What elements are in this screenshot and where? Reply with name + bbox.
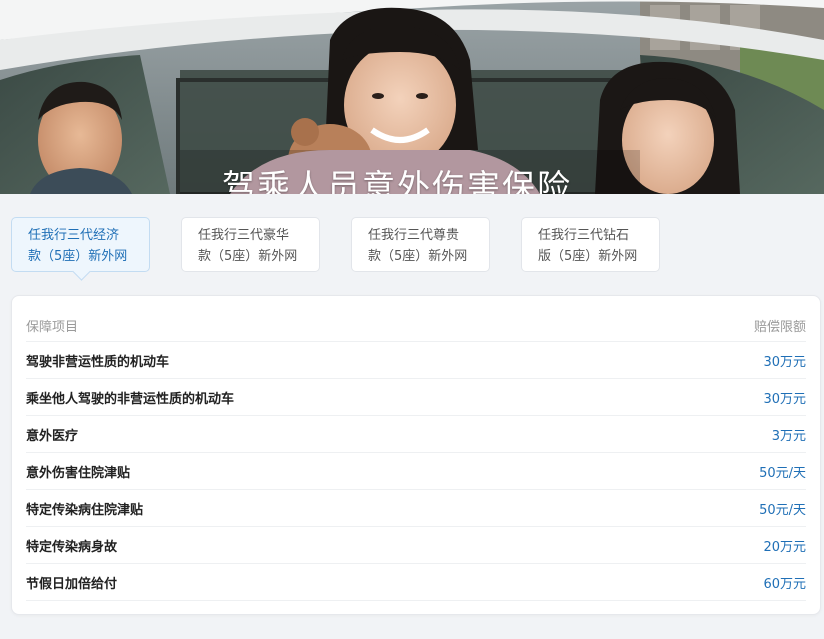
table-row: 驾驶非营运性质的机动车 30万元	[26, 342, 806, 379]
coverage-amount: 30万元	[763, 391, 806, 407]
tab-label-line2: 款（5座）新外网	[368, 249, 468, 264]
coverage-amount: 50元/天	[759, 465, 806, 481]
table-row: 特定传染病身故 20万元	[26, 527, 806, 564]
table-row: 特定传染病住院津贴 50元/天	[26, 490, 806, 527]
coverage-item: 意外伤害住院津贴	[26, 465, 131, 481]
coverage-amount: 60万元	[763, 576, 806, 592]
tab-diamond-plan[interactable]: 任我行三代钻石 版（5座）新外网	[521, 217, 660, 272]
coverage-amount: 30万元	[763, 354, 806, 370]
coverage-table-header: 保障项目 赔偿限额	[26, 310, 806, 342]
coverage-amount: 50元/天	[759, 502, 806, 518]
hero-banner: 驾乘人员意外伤害保险	[0, 0, 824, 194]
header-coverage-item: 保障项目	[26, 320, 79, 335]
coverage-item: 节假日加倍给付	[26, 576, 118, 592]
tab-luxury-plan[interactable]: 任我行三代豪华 款（5座）新外网	[181, 217, 320, 272]
tab-label-line1: 任我行三代尊贵	[368, 228, 460, 243]
coverage-item: 意外医疗	[26, 428, 79, 444]
coverage-item: 特定传染病身故	[26, 539, 118, 555]
banner-title: 驾乘人员意外伤害保险	[222, 167, 572, 194]
tab-label-line2: 款（5座）新外网	[198, 249, 298, 264]
table-row: 乘坐他人驾驶的非营运性质的机动车 30万元	[26, 379, 806, 416]
coverage-amount: 20万元	[763, 539, 806, 555]
coverage-amount: 3万元	[771, 428, 806, 444]
coverage-item: 驾驶非营运性质的机动车	[26, 354, 170, 370]
tab-label-line2: 版（5座）新外网	[538, 249, 638, 264]
tab-label-line2: 款（5座）新外网	[28, 249, 128, 264]
tab-economy-plan[interactable]: 任我行三代经济 款（5座）新外网	[11, 217, 150, 272]
tab-label-line1: 任我行三代豪华	[198, 228, 290, 243]
table-row: 意外医疗 3万元	[26, 416, 806, 453]
tab-label-line1: 任我行三代经济	[28, 228, 120, 243]
tab-label-line1: 任我行三代钻石	[538, 228, 630, 243]
table-row: 节假日加倍给付 60万元	[26, 564, 806, 601]
coverage-card: 保障项目 赔偿限额 驾驶非营运性质的机动车 30万元 乘坐他人驾驶的非营运性质的…	[11, 295, 821, 615]
header-compensation-limit: 赔偿限额	[753, 320, 806, 335]
coverage-item: 乘坐他人驾驶的非营运性质的机动车	[26, 391, 235, 407]
table-row: 意外伤害住院津贴 50元/天	[26, 453, 806, 490]
tab-premium-plan[interactable]: 任我行三代尊贵 款（5座）新外网	[351, 217, 490, 272]
coverage-item: 特定传染病住院津贴	[26, 502, 144, 518]
plan-tabs: 任我行三代经济 款（5座）新外网 任我行三代豪华 款（5座）新外网 任我行三代尊…	[11, 217, 821, 277]
